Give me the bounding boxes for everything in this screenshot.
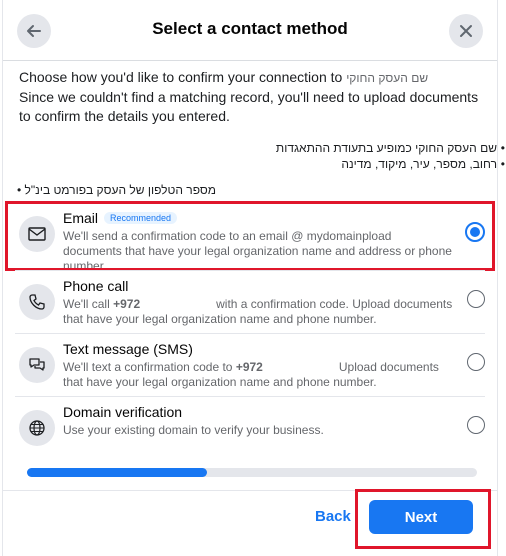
divider: [15, 396, 485, 397]
option-sms-title: Text message (SMS): [63, 341, 193, 357]
dialog-title: Select a contact method: [152, 19, 348, 38]
option-sms-desc: We'll text a confirmation code to +972 Up…: [63, 360, 439, 389]
intro-text: Choose how you'd like to confirm your co…: [19, 68, 489, 126]
close-button[interactable]: [449, 14, 483, 48]
contact-method-dialog: Select a contact method Choose how you'd…: [2, 0, 505, 556]
option-phone-desc: We'll call +972 with a confirmation code.…: [63, 297, 453, 326]
phone-radio[interactable]: [467, 290, 485, 308]
dialog-header: Select a contact method: [3, 0, 497, 61]
option-domain-verification[interactable]: Domain verification Use your existing do…: [11, 398, 489, 456]
close-icon: [460, 25, 472, 37]
requirement-item: שם העסק החוקי כמופיע בתעודת ההתאגדות •: [275, 141, 505, 155]
divider: [15, 270, 485, 271]
option-domain-desc: Use your existing domain to verify your …: [63, 423, 324, 437]
intro-line1: Choose how you'd like to confirm your co…: [19, 69, 343, 85]
back-button[interactable]: Back: [315, 508, 351, 525]
phone-icon: [19, 284, 55, 320]
arrow-left-icon: [27, 25, 41, 37]
next-highlight-box: [355, 489, 491, 549]
intro-line2: Since we couldn't find a matching record…: [19, 89, 479, 124]
option-sms[interactable]: Text message (SMS) We'll text a confirma…: [11, 335, 489, 393]
globe-icon: [19, 410, 55, 446]
requirement-item: • מספר הטלפון של העסק בפורמט בינ"ל: [17, 183, 217, 197]
requirements-list: שם העסק החוקי כמופיע בתעודת ההתאגדות • רח…: [17, 140, 505, 198]
business-name: שם העסק החוקי: [346, 71, 429, 85]
requirement-item: רחוב, מספר, עיר, מיקוד, מדינה •: [341, 157, 505, 171]
option-domain-title: Domain verification: [63, 404, 183, 420]
email-highlight-box: [5, 201, 495, 271]
rtl-requirements: שם העסק החוקי כמופיע בתעודת ההתאגדות • רח…: [17, 140, 505, 172]
chat-bubbles-icon: [19, 347, 55, 383]
back-arrow-button[interactable]: [17, 14, 51, 48]
option-phone-call[interactable]: Phone call We'll call +972 with a confirm…: [11, 272, 489, 330]
progress-fill: [27, 468, 207, 477]
domain-radio[interactable]: [467, 416, 485, 434]
progress-bar: [27, 468, 477, 477]
divider: [15, 333, 485, 334]
option-phone-title: Phone call: [63, 278, 129, 294]
sms-radio[interactable]: [467, 353, 485, 371]
